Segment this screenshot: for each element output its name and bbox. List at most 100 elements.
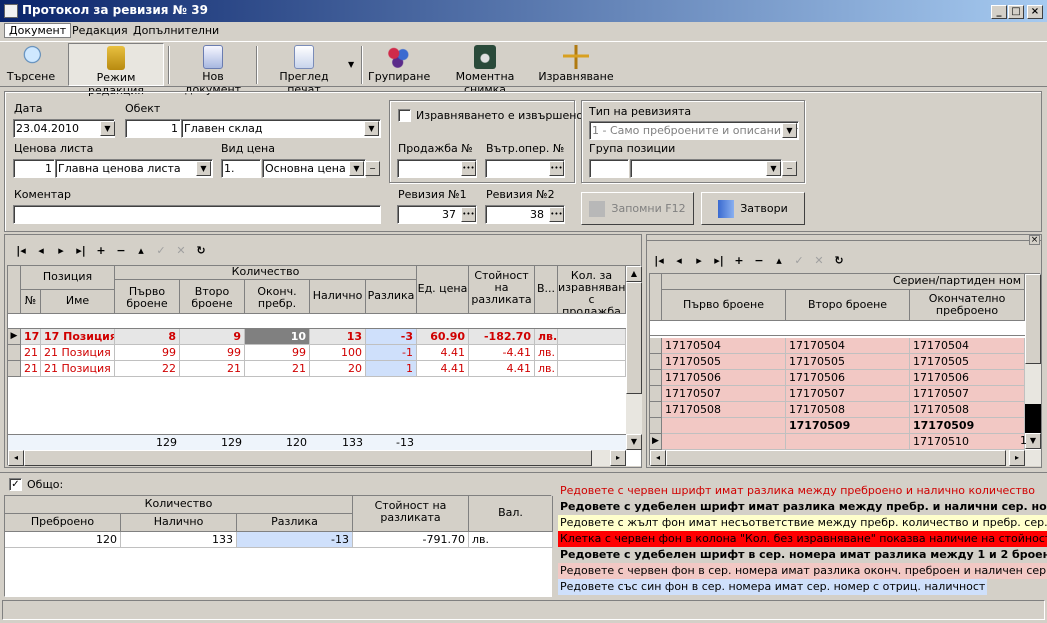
serial-prev-icon[interactable]: ◂ bbox=[671, 254, 687, 267]
serial-scroll-thumb-active[interactable] bbox=[1025, 404, 1041, 434]
serial-scroll-right-icon[interactable]: ▸ bbox=[1009, 450, 1025, 466]
items-vscrollbar[interactable]: ▲ ▼ bbox=[626, 266, 642, 450]
add-record-icon[interactable]: + bbox=[93, 244, 109, 257]
col-available-header[interactable]: Налично bbox=[310, 280, 366, 314]
scroll-left-icon[interactable]: ◂ bbox=[8, 450, 24, 466]
scroll-down-icon[interactable]: ▼ bbox=[626, 434, 642, 450]
delete-record-icon[interactable]: − bbox=[113, 244, 129, 257]
menu-additional[interactable]: Допълнителни bbox=[129, 24, 223, 37]
serial-edit-icon[interactable]: ▴ bbox=[771, 254, 787, 267]
snapshot-button[interactable]: Моментна снимка bbox=[434, 43, 536, 96]
last-record-icon[interactable]: ▸| bbox=[73, 244, 89, 257]
table-row[interactable]: 21 21 Позиция 99 99 99 100 -1 4.41 -4.41 лв. bbox=[8, 345, 626, 361]
object-dropdown-icon[interactable]: ▼ bbox=[364, 121, 379, 136]
scroll-right-icon[interactable]: ▸ bbox=[610, 450, 626, 466]
col-final-count-header[interactable]: Оконч. пребр. bbox=[245, 280, 310, 314]
price-type-clear-button[interactable]: − bbox=[365, 161, 380, 176]
equalized-checkbox[interactable] bbox=[398, 109, 411, 122]
price-list-number-field[interactable]: 1 bbox=[13, 159, 55, 178]
price-list-dropdown-icon[interactable]: ▼ bbox=[196, 161, 211, 176]
col-second-count-header[interactable]: Второ броене bbox=[180, 280, 245, 314]
serial-final-header[interactable]: Окончателно преброено bbox=[910, 290, 1025, 321]
serial-row[interactable]: 17170509 17170509 bbox=[650, 418, 1025, 434]
revision2-browse-button[interactable]: ••• bbox=[549, 207, 564, 222]
item-group-dropdown-icon[interactable]: ▼ bbox=[766, 161, 781, 176]
col-equalize-qty-header[interactable]: Кол. за изравняване с продажба bbox=[558, 266, 626, 314]
serials-hscrollbar[interactable]: ◂ ▸ bbox=[650, 450, 1041, 466]
hscroll-thumb[interactable] bbox=[24, 450, 592, 466]
date-dropdown-icon[interactable]: ▼ bbox=[100, 121, 115, 136]
serials-vscrollbar[interactable]: ▼ bbox=[1025, 274, 1041, 449]
sale-browse-button[interactable]: ••• bbox=[461, 161, 476, 176]
save-button[interactable]: Запомни F12 bbox=[581, 192, 694, 225]
price-list-name-field[interactable]: Главна ценова листа bbox=[55, 159, 213, 178]
object-number-field[interactable]: 1 bbox=[125, 119, 181, 138]
col-number-header[interactable]: № bbox=[21, 290, 41, 314]
serial-row[interactable]: 17170508 17170508 17170508 bbox=[650, 402, 1025, 418]
cancel-record-icon[interactable]: ✕ bbox=[173, 244, 189, 257]
price-type-dropdown-icon[interactable]: ▼ bbox=[349, 161, 364, 176]
serial-scroll-thumb[interactable] bbox=[1025, 274, 1041, 364]
print-preview-dropdown-icon[interactable]: ▼ bbox=[348, 60, 354, 69]
col-diff-value-header[interactable]: Стойност на разликата bbox=[469, 266, 535, 314]
scroll-up-icon[interactable]: ▲ bbox=[626, 266, 642, 282]
post-record-icon[interactable]: ✓ bbox=[153, 244, 169, 257]
revision-type-dropdown-icon[interactable]: ▼ bbox=[782, 123, 797, 138]
revision1-browse-button[interactable]: ••• bbox=[461, 207, 476, 222]
comment-field[interactable] bbox=[13, 205, 381, 224]
serials-close-icon[interactable]: × bbox=[1029, 235, 1040, 245]
object-name-field[interactable]: Главен склад bbox=[181, 119, 381, 138]
maximize-button[interactable]: □ bbox=[1008, 5, 1024, 19]
first-record-icon[interactable]: |◂ bbox=[13, 244, 29, 257]
equalize-button[interactable]: Изравняване bbox=[538, 43, 614, 86]
item-group-clear-button[interactable]: − bbox=[782, 161, 797, 176]
edit-record-icon[interactable]: ▴ bbox=[133, 244, 149, 257]
menu-document[interactable]: Документ bbox=[4, 23, 72, 38]
table-row[interactable]: 21 21 Позиция 22 21 21 20 1 4.41 4.41 лв. bbox=[8, 361, 626, 377]
serial-row[interactable]: 17170505 17170505 17170505 bbox=[650, 354, 1025, 370]
grouping-button[interactable]: Групиране bbox=[368, 43, 430, 86]
serial-row[interactable]: 17170506 17170506 17170506 bbox=[650, 370, 1025, 386]
serial-post-icon[interactable]: ✓ bbox=[791, 254, 807, 267]
serial-delete-icon[interactable]: − bbox=[751, 254, 767, 267]
next-record-icon[interactable]: ▸ bbox=[53, 244, 69, 257]
serial-row[interactable]: 17170507 17170507 17170507 bbox=[650, 386, 1025, 402]
col-first-count-header[interactable]: Първо броене bbox=[115, 280, 180, 314]
serial-first-header[interactable]: Първо броене bbox=[662, 290, 786, 321]
total-checkbox[interactable]: ✓ bbox=[9, 478, 22, 491]
items-hscrollbar[interactable]: ◂ ▸ bbox=[8, 450, 626, 466]
table-row[interactable]: ▶ 17 17 Позиция 8 9 10 13 -3 60.90 -182.70 лв. bbox=[8, 329, 626, 345]
serial-last-icon[interactable]: ▸| bbox=[711, 254, 727, 267]
serial-first-icon[interactable]: |◂ bbox=[651, 254, 667, 267]
serial-add-icon[interactable]: + bbox=[731, 254, 747, 267]
serial-refresh-icon[interactable]: ↻ bbox=[831, 254, 847, 267]
close-button[interactable]: Затвори bbox=[701, 192, 805, 225]
serial-filter-row[interactable] bbox=[650, 321, 1025, 336]
filter-row[interactable] bbox=[8, 314, 626, 329]
search-button[interactable]: Търсене bbox=[4, 43, 58, 86]
price-type-number-field[interactable]: 1. bbox=[221, 159, 261, 178]
print-preview-button[interactable]: Преглед печат bbox=[262, 43, 346, 96]
menu-edit[interactable]: Редакция bbox=[68, 24, 132, 37]
edit-mode-button[interactable]: Режим редакция bbox=[68, 43, 164, 97]
serial-scroll-left-icon[interactable]: ◂ bbox=[650, 450, 666, 466]
internal-op-browse-button[interactable]: ••• bbox=[549, 161, 564, 176]
serial-next-icon[interactable]: ▸ bbox=[691, 254, 707, 267]
revision-type-field[interactable]: 1 - Само преброените и описани в пр bbox=[589, 121, 799, 140]
minimize-button[interactable]: _ bbox=[991, 5, 1007, 19]
col-name-header[interactable]: Име bbox=[41, 290, 115, 314]
new-document-button[interactable]: Нов документ bbox=[174, 43, 252, 96]
serial-scroll-down-icon[interactable]: ▼ bbox=[1025, 433, 1041, 449]
serial-row[interactable]: ▶ 17170510 bbox=[650, 434, 1025, 450]
item-group-number-field[interactable] bbox=[589, 159, 629, 178]
prev-record-icon[interactable]: ◂ bbox=[33, 244, 49, 257]
col-currency-header[interactable]: В... bbox=[535, 266, 558, 314]
serial-row[interactable]: 17170504 17170504 17170504 bbox=[650, 338, 1025, 354]
serial-hscroll-thumb[interactable] bbox=[666, 450, 1006, 466]
col-difference-header[interactable]: Разлика bbox=[366, 280, 417, 314]
col-unit-price-header[interactable]: Ед. цена bbox=[417, 266, 469, 314]
serial-second-header[interactable]: Второ броене bbox=[786, 290, 910, 321]
refresh-icon[interactable]: ↻ bbox=[193, 244, 209, 257]
serial-cancel-icon[interactable]: ✕ bbox=[811, 254, 827, 267]
close-window-button[interactable]: × bbox=[1027, 5, 1043, 19]
